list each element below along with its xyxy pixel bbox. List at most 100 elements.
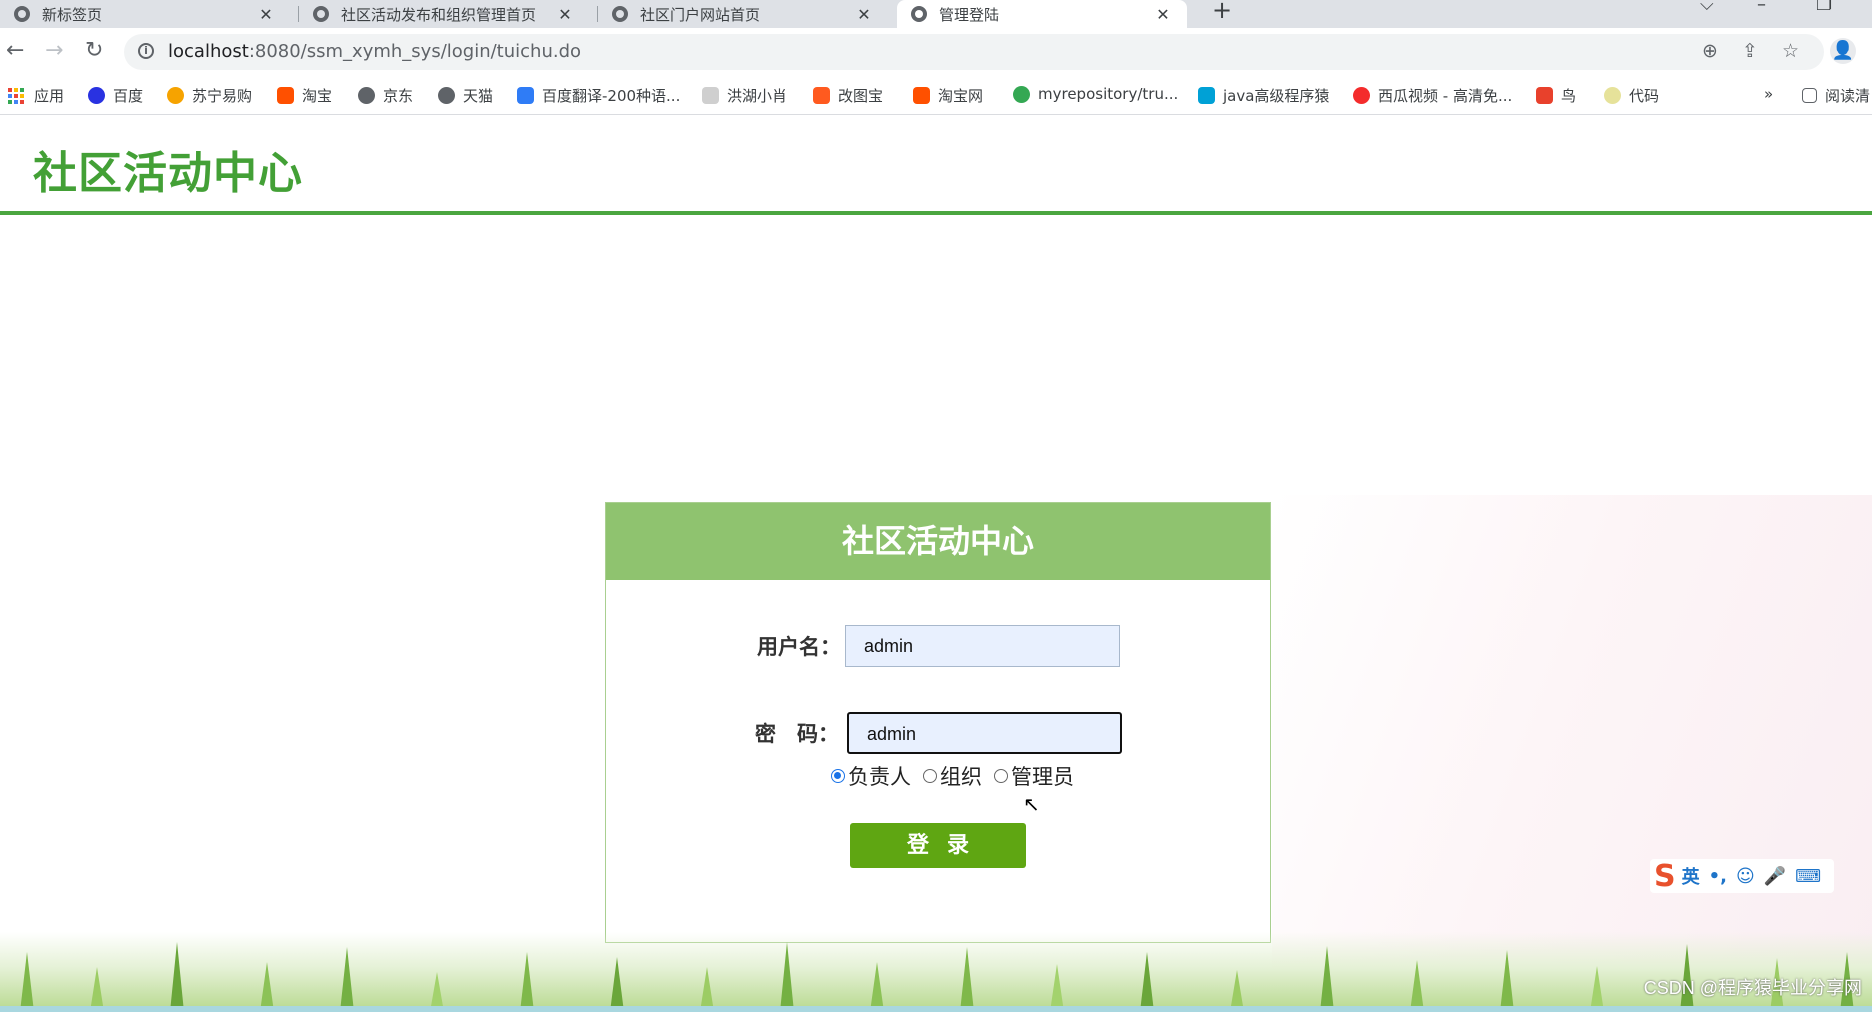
radio-button[interactable]	[923, 769, 937, 783]
bookmark-label: 百度	[113, 87, 144, 105]
grass-blade	[1320, 946, 1334, 1012]
bookmark-label: 淘宝	[302, 87, 333, 105]
tab-search-icon[interactable]: ⌵	[1700, 0, 1714, 15]
bookmark-java[interactable]: java高级程序猿	[1198, 85, 1329, 106]
apps-grid-icon	[8, 87, 24, 104]
tab-title: 管理登陆	[939, 5, 1000, 24]
back-icon[interactable]: ←	[6, 38, 24, 63]
bookmark-baidu[interactable]: 百度	[88, 85, 143, 106]
bookmark-star-icon[interactable]: ☆	[1782, 40, 1799, 62]
bookmark-myrepository[interactable]: myrepository/tru...	[1013, 85, 1178, 103]
watermark: CSDN @程序猿毕业分享网	[1643, 978, 1862, 998]
new-tab-button[interactable]: +	[1212, 0, 1232, 24]
bookmark-baidu-translate[interactable]: 百度翻译-200种语...	[517, 85, 680, 106]
tab-title: 新标签页	[42, 5, 103, 24]
bird-icon	[1536, 87, 1553, 104]
globe-icon	[438, 87, 455, 104]
emoji-icon[interactable]: ☺	[1736, 866, 1755, 887]
bookmark-label: 西瓜视频 - 高清免...	[1378, 87, 1513, 105]
radio-button[interactable]	[994, 769, 1008, 783]
role-option-admin[interactable]: 管理员	[994, 761, 1074, 791]
globe-icon	[313, 6, 329, 22]
reading-list[interactable]: 阅读清	[1802, 85, 1870, 106]
grass-blade	[260, 962, 274, 1012]
close-icon[interactable]: ✕	[852, 5, 876, 24]
reading-list-label: 阅读清	[1825, 87, 1871, 105]
bookmark-tmall[interactable]: 天猫	[438, 85, 493, 106]
bookmark-taobao-net[interactable]: 淘宝网	[913, 85, 983, 106]
taobao-icon	[913, 87, 930, 104]
grass-blade	[20, 952, 34, 1012]
bookmarks-bar: 应用 百度 苏宁易购 淘宝 京东 天猫 百度翻译-200种语... 洪湖小肖 改…	[0, 76, 1872, 115]
profile-icon[interactable]: 👤	[1830, 38, 1856, 64]
site-title: 社区活动中心	[33, 148, 303, 199]
suning-lion-icon	[167, 87, 184, 104]
chrome-icon	[1013, 85, 1030, 103]
username-input[interactable]: admin	[845, 625, 1120, 667]
site-info-icon[interactable]: i	[138, 43, 154, 59]
role-label: 管理员	[1011, 765, 1074, 789]
microphone-icon[interactable]: 🎤	[1764, 866, 1786, 887]
tab-community-portal[interactable]: 社区门户网站首页 ✕	[598, 0, 888, 28]
translate-icon	[517, 87, 534, 104]
close-icon[interactable]: ✕	[1151, 5, 1175, 24]
bilibili-icon	[1198, 87, 1215, 104]
radio-button[interactable]	[831, 769, 845, 783]
page: 社区活动中心 社区活动中心 用户名： admin 密 码： admin 负责人 …	[0, 115, 1872, 1012]
chrome-icon	[14, 6, 30, 22]
grass-blade	[960, 947, 974, 1012]
role-option-leader[interactable]: 负责人	[831, 761, 911, 791]
password-input[interactable]: admin	[847, 712, 1122, 754]
tab-admin-login[interactable]: 管理登陆 ✕	[897, 0, 1187, 28]
ime-mode-toggle[interactable]: 英	[1682, 863, 1700, 889]
reload-icon[interactable]: ↻	[85, 38, 103, 63]
bookmark-apps[interactable]: 应用	[8, 85, 64, 106]
bookmark-taobao[interactable]: 淘宝	[277, 85, 332, 106]
close-icon[interactable]: ✕	[254, 5, 278, 24]
globe-icon	[358, 87, 375, 104]
share-icon[interactable]: ⇪	[1742, 40, 1758, 62]
browser-toolbar: ← → ↻ i localhost:8080/ssm_xymh_sys/logi…	[0, 28, 1872, 76]
forward-icon[interactable]: →	[45, 38, 63, 63]
bookmark-bird[interactable]: 鸟	[1536, 85, 1576, 106]
ime-toolbar[interactable]: S 英 •, ☺ 🎤 ⌨	[1650, 859, 1835, 894]
tab-activity-admin[interactable]: 社区活动发布和组织管理首页 ✕	[299, 0, 589, 28]
bookmark-label: 京东	[383, 87, 414, 105]
bookmark-gaitubao[interactable]: 改图宝	[813, 85, 883, 106]
bookmark-label: java高级程序猿	[1223, 87, 1330, 105]
role-selector: 负责人 组织 管理员	[831, 761, 1086, 791]
bookmark-label: 天猫	[463, 87, 494, 105]
close-icon[interactable]: ✕	[553, 5, 577, 24]
role-option-organization[interactable]: 组织	[923, 761, 982, 791]
keyboard-icon[interactable]: ⌨	[1795, 866, 1821, 887]
sogou-logo-icon[interactable]: S	[1654, 859, 1676, 894]
bookmark-jd[interactable]: 京东	[358, 85, 413, 106]
site-header: 社区活动中心	[0, 115, 1872, 215]
login-panel: 社区活动中心 用户名： admin 密 码： admin 负责人 组织 管理员 …	[605, 502, 1271, 943]
bottom-strip	[0, 1006, 1872, 1012]
grass-blade	[170, 942, 184, 1012]
tab-new-tab[interactable]: 新标签页 ✕	[0, 0, 290, 28]
role-label: 负责人	[848, 765, 911, 789]
zoom-icon[interactable]: ⊕	[1702, 40, 1718, 62]
bookmark-xigua[interactable]: 西瓜视频 - 高清免...	[1353, 85, 1512, 106]
restore-icon[interactable]: ❐	[1816, 0, 1832, 15]
bookmark-label: 改图宝	[838, 87, 884, 105]
url-text[interactable]: localhost:8080/ssm_xymh_sys/login/tuichu…	[168, 41, 581, 62]
punctuation-icon[interactable]: •,	[1709, 866, 1727, 887]
xigua-play-icon	[1353, 87, 1370, 104]
grass-blade	[1050, 964, 1064, 1012]
bookmark-suning[interactable]: 苏宁易购	[167, 85, 252, 106]
more-bookmarks-button[interactable]: »	[1764, 85, 1773, 103]
gaitubao-icon	[813, 87, 830, 104]
login-button[interactable]: 登录	[850, 823, 1026, 868]
bookmark-label: 代码	[1629, 87, 1660, 105]
address-bar[interactable]: i localhost:8080/ssm_xymh_sys/login/tuic…	[124, 34, 1824, 70]
bookmark-label: 鸟	[1561, 87, 1577, 105]
minimize-icon[interactable]: –	[1757, 0, 1766, 15]
globe-icon	[911, 6, 927, 22]
grass-blade	[610, 957, 624, 1012]
bookmark-label: 百度翻译-200种语...	[542, 87, 681, 105]
bookmark-code[interactable]: 代码	[1604, 85, 1659, 106]
bookmark-honghu[interactable]: 洪湖小肖	[702, 85, 787, 106]
